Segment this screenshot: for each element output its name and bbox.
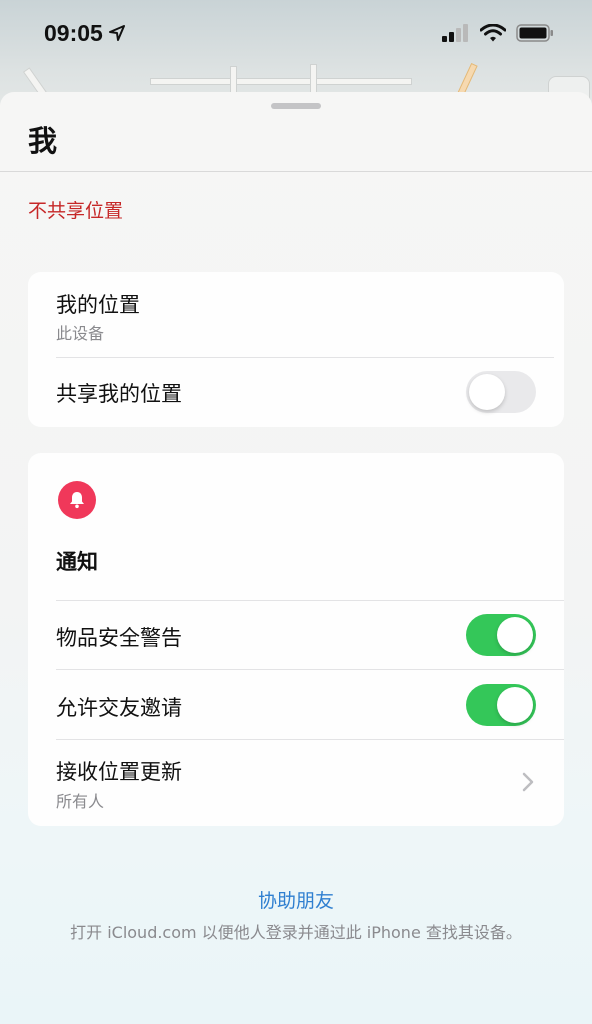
status-bar: 09:05 xyxy=(0,0,592,66)
stop-sharing-button[interactable]: 不共享位置 xyxy=(28,196,123,223)
page-title: 我 xyxy=(28,124,58,158)
me-sheet: 我 不共享位置 我的位置 此设备 共享我的位置 通知 物品安全警告 允许交友邀请 xyxy=(0,92,592,1024)
cellular-signal-icon xyxy=(442,24,468,42)
notifications-heading: 通知 xyxy=(56,550,98,574)
notification-badge xyxy=(58,481,96,519)
notifications-card: 通知 物品安全警告 允许交友邀请 接收位置更新 所有人 xyxy=(28,453,564,826)
allow-friend-invites-toggle[interactable] xyxy=(466,684,536,726)
share-my-location-label: 共享我的位置 xyxy=(56,382,182,406)
status-time: 09:05 xyxy=(44,19,103,46)
my-location-subtitle: 此设备 xyxy=(56,324,105,343)
receive-location-updates-value: 所有人 xyxy=(56,792,105,811)
help-friend-link[interactable]: 协助朋友 xyxy=(0,886,592,913)
header-divider xyxy=(0,171,592,172)
share-my-location-toggle[interactable] xyxy=(466,371,536,413)
toggle-knob xyxy=(497,617,533,653)
map-road xyxy=(150,78,412,85)
status-icons xyxy=(442,24,554,42)
receive-location-updates-label: 接收位置更新 xyxy=(56,760,182,784)
row-divider xyxy=(56,357,554,358)
toggle-knob xyxy=(469,374,505,410)
sheet-grabber[interactable] xyxy=(271,103,321,109)
row-divider xyxy=(56,669,564,670)
chevron-right-icon xyxy=(522,772,534,792)
bell-icon xyxy=(70,492,84,509)
item-safety-alerts-toggle[interactable] xyxy=(466,614,536,656)
toggle-knob xyxy=(497,687,533,723)
location-arrow-icon xyxy=(108,25,125,41)
location-card: 我的位置 此设备 共享我的位置 xyxy=(28,272,564,427)
receive-location-updates-row[interactable]: 接收位置更新 所有人 xyxy=(28,740,564,826)
help-friend-description: 打开 iCloud.com 以便他人登录并通过此 iPhone 查找其设备。 xyxy=(70,923,522,942)
wifi-icon xyxy=(480,24,506,42)
allow-friend-invites-label: 允许交友邀请 xyxy=(56,696,182,720)
row-divider xyxy=(56,600,564,601)
item-safety-alerts-label: 物品安全警告 xyxy=(56,626,182,650)
my-location-title: 我的位置 xyxy=(56,293,140,317)
battery-icon xyxy=(516,24,553,42)
status-time-group: 09:05 xyxy=(44,20,125,47)
